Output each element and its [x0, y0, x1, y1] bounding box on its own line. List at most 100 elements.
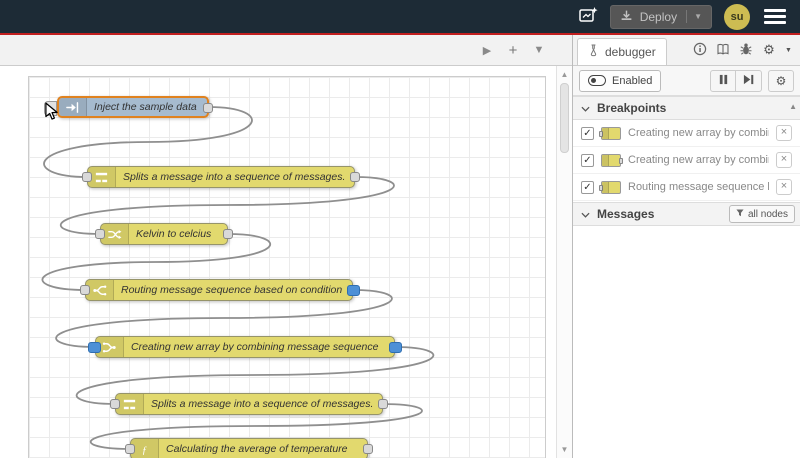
node-label: Creating new array by combining message … — [131, 341, 379, 353]
breakpoint-label: Routing message sequence based on condit… — [628, 181, 769, 193]
flow-canvas[interactable]: Inject the sample data Splits a message i… — [0, 66, 556, 458]
split-icon — [116, 394, 144, 414]
step-forward-icon — [743, 73, 754, 88]
user-avatar[interactable]: su — [724, 3, 750, 30]
tab-debugger-label: debugger — [605, 45, 656, 59]
add-flow-button[interactable]: + — [502, 39, 524, 61]
breakpoint-checkbox[interactable]: ✓ — [581, 180, 594, 194]
scroll-down-arrow-icon[interactable]: ▼ — [557, 445, 572, 454]
messages-title: Messages — [597, 207, 655, 221]
node-mini-icon — [599, 126, 621, 140]
menu-bar-icon — [764, 15, 786, 18]
flow-node-split-1[interactable]: Splits a message into a sequence of mess… — [82, 166, 360, 188]
flow-node-join[interactable]: Creating new array by combining message … — [88, 336, 402, 358]
step-button[interactable] — [736, 69, 762, 92]
filter-label: all nodes — [747, 208, 788, 220]
switch-icon — [86, 280, 114, 300]
toggle-icon — [588, 75, 606, 86]
message-filter-button[interactable]: all nodes — [728, 205, 795, 223]
scrollbar-thumb[interactable] — [560, 83, 569, 153]
breakpoint-checkbox[interactable]: ✓ — [581, 126, 594, 140]
node-label: Kelvin to celcius — [136, 228, 212, 240]
flow-node-split-2[interactable]: Splits a message into a sequence of mess… — [110, 393, 388, 415]
inject-trigger-button[interactable] — [44, 101, 57, 116]
bug-icon — [739, 42, 753, 59]
config-nodes-button[interactable]: ⚙ — [758, 39, 780, 61]
output-port[interactable] — [203, 103, 213, 113]
info-icon — [693, 42, 707, 59]
flow-node-switch[interactable]: Routing message sequence based on condit… — [80, 279, 360, 301]
output-port[interactable] — [363, 444, 373, 454]
deploy-label: Deploy — [639, 9, 678, 24]
pause-button[interactable] — [710, 69, 736, 92]
remove-breakpoint-button[interactable]: × — [776, 125, 792, 141]
sidebar-tab-bar: debugger ⚙ ▼ — [573, 35, 800, 66]
output-port[interactable] — [389, 341, 402, 353]
gear-icon: ⚙ — [775, 73, 787, 88]
sparkle-panel-icon — [578, 6, 598, 27]
debugger-panel: Breakpoints ▲ ✓ Creating new array by com… — [573, 96, 800, 458]
sidebar: debugger ⚙ ▼ Enabled ⚙ Breakpoints ▲ ✓ C… — [572, 35, 800, 458]
chevron-down-icon — [581, 205, 590, 223]
menu-bar-icon — [764, 9, 786, 12]
svg-text:ƒ: ƒ — [142, 445, 147, 456]
canvas-vertical-scrollbar[interactable]: ▲ ▼ — [556, 66, 572, 458]
debug-sidebar-button[interactable] — [735, 39, 757, 61]
inject-icon — [59, 98, 87, 116]
main-menu-button[interactable] — [762, 7, 788, 26]
flow-node-average[interactable]: ƒ Calculating the average of temperature — [125, 438, 373, 458]
sidebar-scroll-up-icon[interactable]: ▲ — [789, 102, 797, 111]
enabled-label: Enabled — [612, 74, 653, 87]
input-port[interactable] — [110, 399, 120, 409]
breakpoint-row[interactable]: ✓ Creating new array by combining message… — [573, 147, 800, 174]
play-right-icon: ▶ — [482, 44, 492, 57]
info-sidebar-button[interactable] — [689, 39, 711, 61]
messages-section-header[interactable]: Messages all nodes — [573, 202, 800, 226]
node-label: Splits a message into a sequence of mess… — [151, 398, 374, 410]
node-label: Inject the sample data — [94, 101, 197, 113]
output-port[interactable] — [223, 229, 233, 239]
input-port[interactable] — [95, 229, 105, 239]
output-port[interactable] — [350, 172, 360, 182]
help-sidebar-button[interactable] — [712, 39, 734, 61]
deploy-button[interactable]: Deploy ▼ — [609, 4, 712, 29]
debugger-enabled-toggle[interactable]: Enabled — [579, 69, 662, 92]
workspace-tab-bar: ▶ + ▼ — [0, 35, 572, 66]
node-label: Splits a message into a sequence of mess… — [123, 171, 346, 183]
breakpoints-section-header[interactable]: Breakpoints — [573, 96, 800, 120]
plus-icon: + — [508, 41, 518, 59]
sidebar-tab-list-button[interactable]: ▼ — [781, 39, 796, 61]
breakpoint-checkbox[interactable]: ✓ — [581, 153, 594, 167]
debugger-settings-button[interactable]: ⚙ — [768, 69, 794, 92]
workspace-area: ▶ + ▼ Inject the sample data Splits a mes… — [0, 35, 572, 458]
breakpoint-label: Creating new array by combining message … — [628, 127, 769, 139]
input-port[interactable] — [88, 341, 101, 353]
node-red-app: Deploy ▼ su ▶ + ▼ Inject the sample data… — [0, 0, 800, 458]
caret-down-icon: ▼ — [533, 44, 545, 56]
input-port[interactable] — [80, 285, 90, 295]
debugger-flask-icon — [588, 44, 599, 60]
breakpoint-row[interactable]: ✓ Routing message sequence based on condi… — [573, 174, 800, 201]
tab-scroll-right-button[interactable]: ▶ — [476, 39, 498, 61]
deploy-options-button[interactable]: ▼ — [686, 10, 707, 23]
flow-list-button[interactable]: ▼ — [528, 39, 550, 61]
flow-node-inject[interactable]: Inject the sample data — [44, 96, 213, 118]
remove-breakpoint-button[interactable]: × — [776, 179, 792, 195]
input-port[interactable] — [82, 172, 92, 182]
breakpoint-row[interactable]: ✓ Creating new array by combining message… — [573, 120, 800, 147]
node-mini-icon — [601, 153, 623, 167]
input-port[interactable] — [125, 444, 135, 454]
funnel-icon — [736, 208, 744, 220]
flow-node-kelvin-to-celcius[interactable]: Kelvin to celcius — [95, 223, 233, 245]
node-label: Routing message sequence based on condit… — [121, 284, 343, 296]
remove-breakpoint-button[interactable]: × — [776, 152, 792, 168]
sparkle-panel-button[interactable] — [578, 6, 598, 27]
output-port[interactable] — [378, 399, 388, 409]
node-label: Calculating the average of temperature — [166, 443, 348, 455]
gear-icon: ⚙ — [763, 42, 775, 57]
node-mini-icon — [599, 180, 621, 194]
breakpoint-list: ✓ Creating new array by combining message… — [573, 120, 800, 201]
output-port[interactable] — [347, 284, 360, 296]
scroll-up-arrow-icon[interactable]: ▲ — [557, 70, 572, 79]
tab-debugger[interactable]: debugger — [577, 38, 667, 65]
